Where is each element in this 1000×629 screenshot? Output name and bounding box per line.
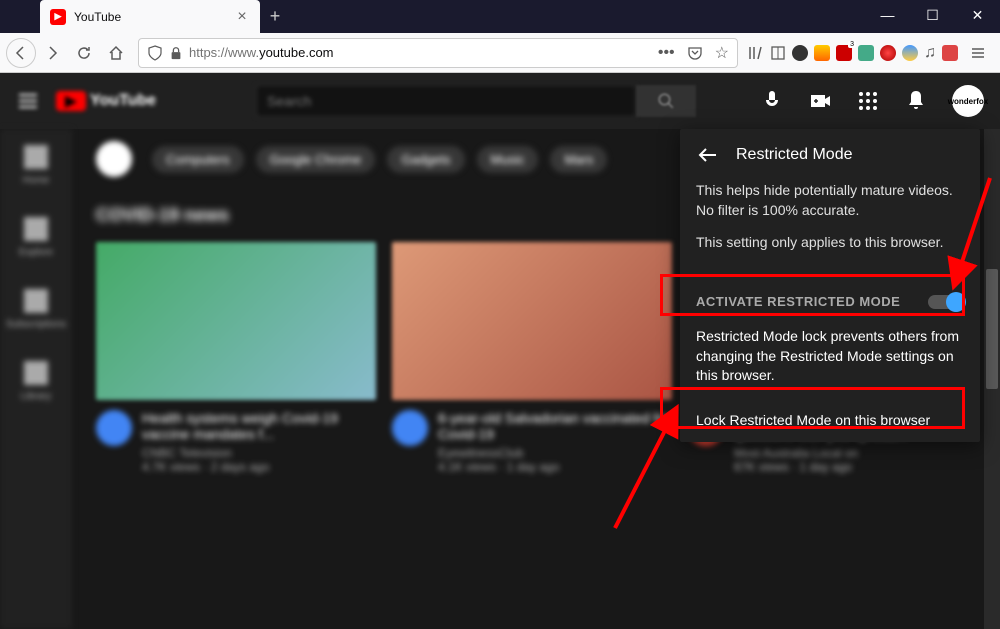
chip-item[interactable]: Mars — [550, 146, 607, 173]
toggle-switch[interactable] — [928, 295, 964, 309]
pocket-icon[interactable] — [687, 45, 703, 61]
reader-icon[interactable] — [770, 45, 786, 61]
toggle-label: ACTIVATE RESTRICTED MODE — [696, 294, 900, 309]
panel-browser-note: This setting only applies to this browse… — [696, 234, 964, 250]
video-title: Health systems weigh Covid-19 vaccine ma… — [142, 410, 376, 442]
firefox-menu-button[interactable] — [962, 37, 994, 69]
youtube-logo[interactable]: ▶ YouTube — [56, 91, 156, 111]
tab-title: YouTube — [74, 10, 234, 24]
chip-item[interactable]: Gadgets — [387, 146, 464, 173]
minimize-button[interactable]: — — [865, 0, 910, 30]
url-bar[interactable]: https://www.youtube.com ••• ☆ — [138, 38, 738, 68]
home-button[interactable] — [100, 37, 132, 69]
youtube-sidebar: Home Explore Subscriptions Library — [0, 129, 72, 629]
channel-avatar-icon[interactable] — [96, 410, 132, 446]
video-thumbnail[interactable] — [392, 242, 672, 400]
panel-description: This helps hide potentially mature video… — [696, 181, 964, 220]
lock-action-row[interactable]: Lock Restricted Mode on this browser — [680, 398, 980, 442]
ext-icon-1[interactable] — [792, 45, 808, 61]
apps-grid-icon[interactable] — [856, 89, 880, 113]
page-actions-icon[interactable]: ••• — [658, 44, 675, 62]
back-button[interactable] — [6, 38, 36, 68]
video-title: 6-year-old Salvadorian vaccinated for Co… — [438, 410, 672, 442]
search-button[interactable] — [636, 85, 696, 117]
video-meta: Most Australia Local on67K views · 1 day… — [734, 446, 968, 474]
chip-item[interactable]: Computers — [152, 146, 244, 173]
video-meta: CNBC Television4.7K views · 2 days ago — [142, 446, 376, 474]
back-arrow-icon[interactable] — [696, 143, 720, 167]
firefox-titlebar: ▶ YouTube × + — ☐ ✕ — [0, 0, 1000, 33]
video-meta: EyewitnessClub4.1K views · 1 day ago — [438, 446, 672, 474]
ext-icon-3[interactable] — [858, 45, 874, 61]
lock-action-label: Lock Restricted Mode on this browser — [696, 412, 930, 428]
youtube-logo-text: YouTube — [90, 92, 156, 110]
firefox-toolbar: https://www.youtube.com ••• ☆ 3 ♫ — [0, 33, 1000, 73]
reload-button[interactable] — [68, 37, 100, 69]
ext-icon-5[interactable] — [902, 45, 918, 61]
scrollbar-track[interactable] — [984, 129, 1000, 629]
youtube-search — [256, 85, 696, 117]
lock-icon[interactable] — [169, 46, 183, 60]
ext-icon-4[interactable] — [880, 45, 896, 61]
scrollbar-thumb[interactable] — [986, 269, 998, 389]
ext-icon-2[interactable] — [814, 45, 830, 61]
channel-avatar-icon[interactable] — [392, 410, 428, 446]
shield-icon[interactable] — [147, 45, 163, 61]
youtube-favicon: ▶ — [50, 9, 66, 25]
search-icon — [657, 92, 675, 110]
youtube-topbar: ▶ YouTube wonderfox — [0, 73, 1000, 129]
video-card[interactable]: Health systems weigh Covid-19 vaccine ma… — [96, 242, 376, 474]
video-card[interactable]: 6-year-old Salvadorian vaccinated for Co… — [392, 242, 672, 474]
close-tab-icon[interactable]: × — [234, 9, 250, 25]
youtube-app: ▶ YouTube wonderfox Home Explore Subscri… — [0, 73, 1000, 629]
sidebar-item-library[interactable]: Library — [0, 345, 72, 417]
library-icon[interactable] — [748, 45, 764, 61]
sidebar-item-home[interactable]: Home — [0, 129, 72, 201]
ext-music-icon[interactable]: ♫ — [924, 44, 936, 62]
url-prefix: https://www. — [189, 45, 259, 60]
notifications-bell-icon[interactable] — [904, 89, 928, 113]
adblock-icon[interactable]: 3 — [836, 45, 852, 61]
lock-description: Restricted Mode lock prevents others fro… — [680, 323, 980, 398]
url-text: https://www.youtube.com — [189, 45, 658, 60]
panel-title: Restricted Mode — [736, 146, 853, 164]
voice-search-icon[interactable] — [760, 89, 784, 113]
search-input[interactable] — [256, 85, 636, 117]
channel-avatar[interactable] — [96, 141, 132, 177]
firefox-extensions: 3 ♫ — [744, 44, 962, 62]
activate-toggle-row[interactable]: ACTIVATE RESTRICTED MODE — [680, 280, 980, 323]
maximize-button[interactable]: ☐ — [910, 0, 955, 30]
user-avatar[interactable]: wonderfox — [952, 85, 984, 117]
hamburger-menu-icon[interactable] — [16, 89, 40, 113]
ext-camera-icon[interactable] — [942, 45, 958, 61]
close-window-button[interactable]: ✕ — [955, 0, 1000, 30]
restricted-mode-panel: Restricted Mode This helps hide potentia… — [680, 129, 980, 442]
chip-item[interactable]: Google Chrome — [256, 146, 376, 173]
sidebar-item-explore[interactable]: Explore — [0, 201, 72, 273]
bookmark-star-icon[interactable]: ☆ — [715, 43, 729, 63]
browser-tab-youtube[interactable]: ▶ YouTube × — [40, 0, 260, 33]
url-domain: youtube.com — [259, 45, 333, 60]
avatar-label: wonderfox — [948, 97, 988, 106]
forward-button[interactable] — [36, 37, 68, 69]
sidebar-item-subscriptions[interactable]: Subscriptions — [0, 273, 72, 345]
create-video-icon[interactable] — [808, 89, 832, 113]
video-thumbnail[interactable] — [96, 242, 376, 400]
panel-header: Restricted Mode — [680, 129, 980, 181]
new-tab-button[interactable]: + — [260, 0, 290, 33]
chip-item[interactable]: Music — [477, 146, 539, 173]
